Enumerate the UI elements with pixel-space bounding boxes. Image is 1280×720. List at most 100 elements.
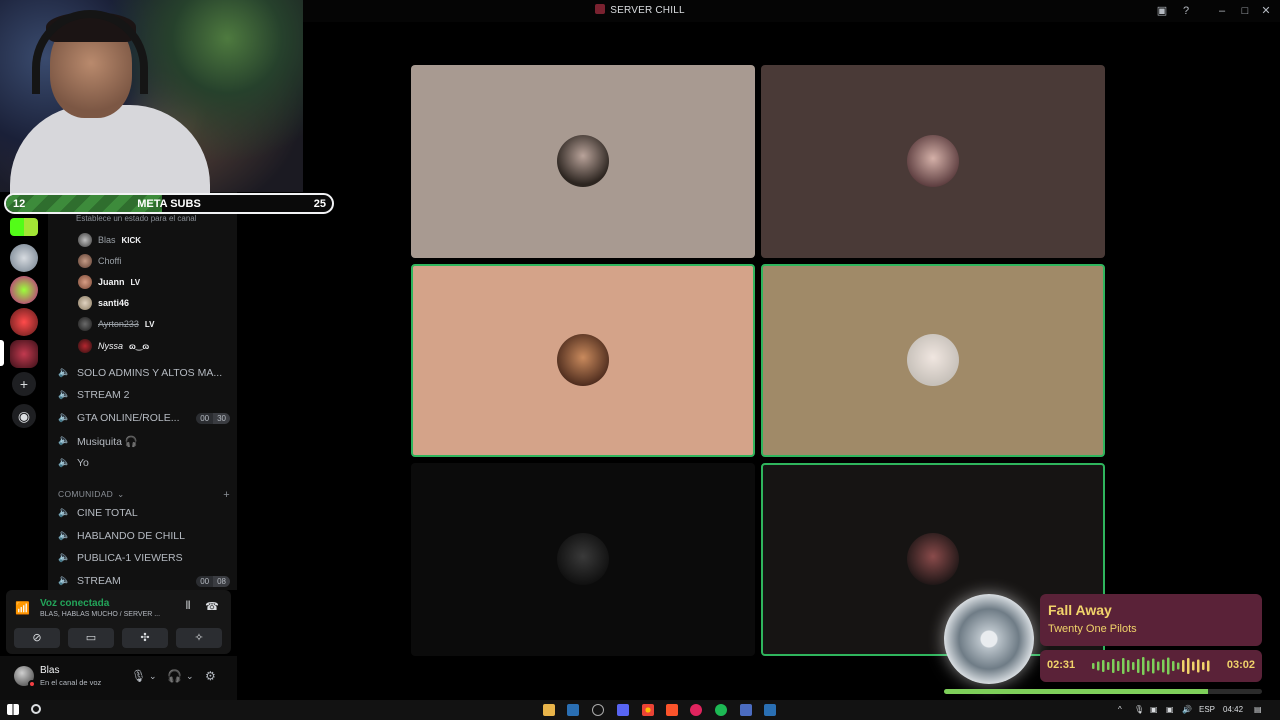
waveform-bar bbox=[1092, 663, 1095, 669]
voice-channel[interactable]: 🔈 SOLO ADMINS Y ALTOS MA... bbox=[58, 363, 230, 383]
waveform-bar bbox=[1152, 658, 1155, 674]
media-player-icon[interactable] bbox=[690, 704, 702, 716]
camera-off-button[interactable]: ⊘ bbox=[14, 628, 60, 648]
voice-member[interactable]: Juann LV bbox=[78, 273, 140, 291]
disconnect-icon[interactable]: ☎ bbox=[205, 600, 219, 614]
chevron-down-icon[interactable]: ⌄ bbox=[186, 671, 194, 682]
headset-icon[interactable]: 🎧 bbox=[167, 669, 182, 683]
status-badge: KICK bbox=[121, 235, 142, 245]
add-server-icon[interactable]: + bbox=[12, 372, 36, 396]
help-icon[interactable]: ? bbox=[1178, 3, 1194, 19]
chevron-down-icon: ⌄ bbox=[117, 489, 125, 499]
app-icon[interactable] bbox=[592, 704, 604, 716]
chevron-down-icon[interactable]: ⌄ bbox=[149, 671, 157, 682]
steam-icon[interactable] bbox=[764, 704, 776, 716]
voice-channel[interactable]: 🔈 HABLANDO DE CHILL bbox=[58, 526, 230, 546]
voice-channel[interactable]: 🔈 Yo bbox=[58, 453, 230, 473]
activities-button[interactable]: ✣ bbox=[122, 628, 168, 648]
voice-channel[interactable]: 🔈 CINE TOTAL bbox=[58, 503, 230, 523]
add-channel-icon[interactable]: + bbox=[223, 489, 230, 501]
server-icon-1[interactable] bbox=[10, 244, 38, 272]
brave-icon[interactable] bbox=[666, 704, 678, 716]
inbox-icon[interactable]: ▣ bbox=[1154, 3, 1170, 19]
avatar bbox=[78, 275, 92, 289]
audio-waveform bbox=[1092, 657, 1210, 675]
server-icon-2[interactable] bbox=[10, 276, 38, 304]
video-tile[interactable] bbox=[411, 65, 755, 258]
video-tile-speaking[interactable] bbox=[411, 264, 755, 457]
minimize-button[interactable]: – bbox=[1214, 3, 1230, 19]
file-explorer-icon[interactable] bbox=[543, 704, 555, 716]
voice-member[interactable]: Blas KICK bbox=[78, 231, 141, 249]
soundboard-button[interactable]: ✧ bbox=[176, 628, 222, 648]
noise-suppression-icon[interactable]: ⫴ bbox=[181, 600, 195, 614]
gear-icon[interactable]: ⚙ bbox=[205, 669, 216, 683]
elapsed-time: 02:31 bbox=[1047, 659, 1076, 671]
voice-channel[interactable]: 🔈 STREAM 2 bbox=[58, 385, 230, 405]
avatar bbox=[557, 135, 609, 187]
meta-goal: 25 bbox=[313, 198, 326, 210]
webcam-person bbox=[10, 105, 210, 195]
explore-servers-icon[interactable]: ◉ bbox=[12, 404, 36, 428]
spotify-icon[interactable] bbox=[715, 704, 727, 716]
status-badge: LV bbox=[130, 277, 141, 287]
steam-icon[interactable] bbox=[567, 704, 579, 716]
channel-status-hint[interactable]: Establece un estado para el canal bbox=[76, 214, 197, 223]
speaker-icon: 🔈 bbox=[58, 552, 71, 563]
waveform-bar bbox=[1122, 658, 1125, 674]
microphone-icon[interactable]: 🎙 bbox=[1134, 705, 1144, 714]
video-tile-speaking[interactable] bbox=[761, 264, 1105, 457]
speaker-icon[interactable]: 🔊 bbox=[1182, 705, 1192, 714]
windows-start-icon[interactable] bbox=[7, 704, 19, 715]
language-indicator[interactable]: ESP bbox=[1199, 705, 1215, 714]
voice-channel[interactable]: 🔈 Musiquita 🎧 bbox=[58, 431, 230, 451]
speaker-icon: 🔈 bbox=[58, 435, 71, 446]
chrome-icon[interactable] bbox=[642, 704, 654, 716]
tray-icon[interactable]: ▣ bbox=[1166, 705, 1174, 714]
avatar bbox=[78, 233, 92, 247]
waveform-bar bbox=[1202, 662, 1205, 670]
track-progress-fill bbox=[944, 689, 1208, 694]
voice-channel[interactable]: 🔈 PUBLICA-1 VIEWERS bbox=[58, 548, 230, 568]
voice-channel[interactable]: 🔈 STREAM 00 08 bbox=[58, 571, 230, 591]
status-badge: ɷ‿ɷ bbox=[129, 341, 150, 351]
app-icon[interactable] bbox=[740, 704, 752, 716]
track-time-card: 02:31 03:02 bbox=[1040, 650, 1262, 682]
video-tile[interactable] bbox=[761, 65, 1105, 258]
category-comunidad[interactable]: COMUNIDAD ⌄ + bbox=[58, 489, 230, 501]
avatar bbox=[907, 135, 959, 187]
speaker-icon: 🔈 bbox=[58, 367, 71, 378]
waveform-bar bbox=[1132, 662, 1135, 670]
server-rail: + ◉ bbox=[0, 190, 48, 600]
close-button[interactable]: ✕ bbox=[1258, 3, 1274, 19]
voice-member[interactable]: Nyssa ɷ‿ɷ bbox=[78, 337, 149, 355]
avatar bbox=[78, 254, 92, 268]
screen-share-button[interactable]: ▭ bbox=[68, 628, 114, 648]
server-chill-icon[interactable] bbox=[10, 340, 38, 368]
search-icon[interactable] bbox=[31, 704, 41, 714]
voice-channel-link[interactable]: BLAS, HABLAS MUCHO / SERVER ... bbox=[40, 611, 170, 618]
voice-member[interactable]: Choffi bbox=[78, 252, 121, 270]
speaker-icon: 🔈 bbox=[58, 412, 71, 423]
notifications-icon[interactable]: ▤ bbox=[1254, 705, 1262, 714]
discord-icon[interactable] bbox=[617, 704, 629, 716]
user-limit-badge: 00 30 bbox=[196, 412, 230, 424]
total-time: 03:02 bbox=[1226, 659, 1255, 671]
voice-channel[interactable]: 🔈 GTA ONLINE/ROLE... 00 30 bbox=[58, 408, 230, 428]
user-limit-badge: 00 08 bbox=[196, 575, 230, 587]
microphone-icon[interactable]: 🎙 bbox=[131, 669, 146, 683]
status-badge: LV bbox=[144, 319, 155, 329]
waveform-bar bbox=[1177, 662, 1180, 670]
clock[interactable]: 04:42 bbox=[1223, 705, 1243, 714]
server-icon-3[interactable] bbox=[10, 308, 38, 336]
waveform-bar bbox=[1117, 661, 1120, 671]
maximize-button[interactable]: □ bbox=[1237, 3, 1253, 19]
server-kick-icon[interactable] bbox=[10, 218, 38, 236]
voice-member[interactable]: santi46 bbox=[78, 294, 129, 312]
voice-member[interactable]: Ayrton233 LV bbox=[78, 315, 155, 333]
chevron-up-icon[interactable]: ^ bbox=[1118, 705, 1122, 714]
avatar bbox=[557, 533, 609, 585]
waveform-bar bbox=[1147, 660, 1150, 672]
tray-icon[interactable]: ▣ bbox=[1150, 705, 1158, 714]
video-tile[interactable] bbox=[411, 463, 755, 656]
